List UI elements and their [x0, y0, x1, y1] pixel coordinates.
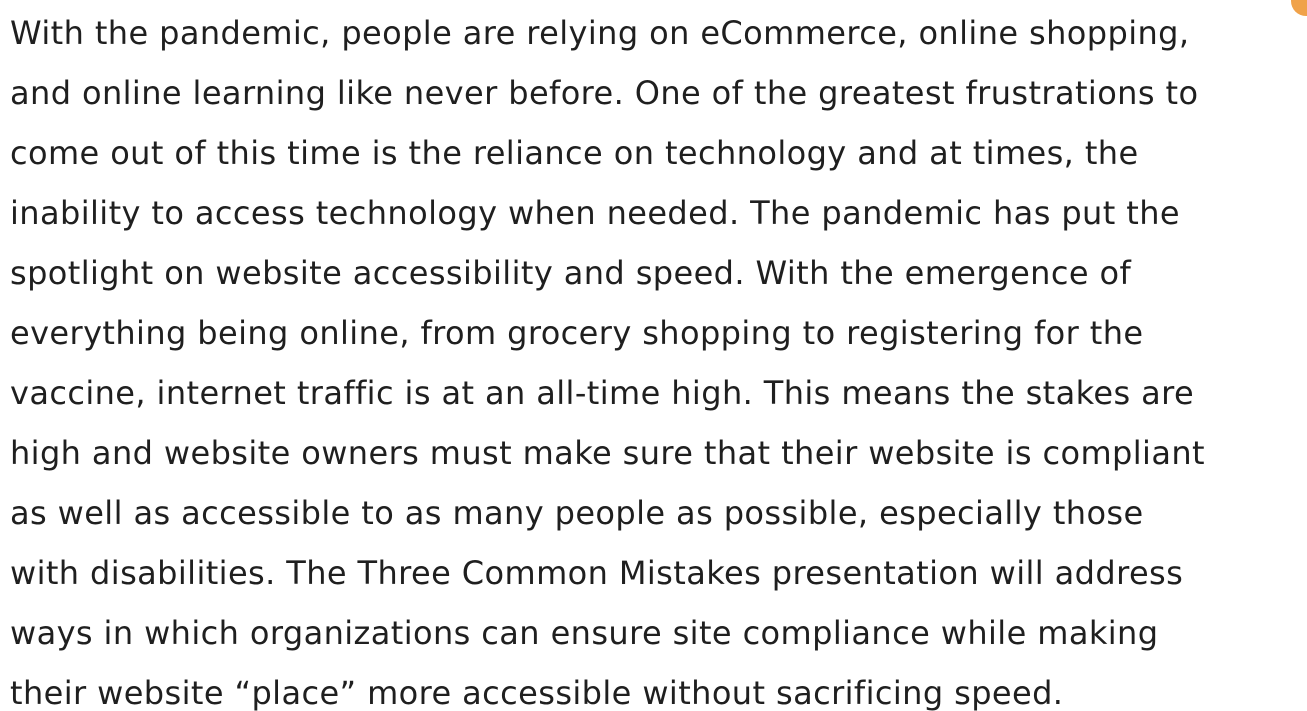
paragraph-line: with disabilities. The Three Common Mist… [10, 554, 1184, 592]
paragraph-line: spotlight on website accessibility and s… [10, 254, 1132, 292]
paragraph-line: their website “place” more accessible wi… [10, 674, 1064, 711]
paragraph-line: With the pandemic, people are relying on… [10, 14, 1190, 52]
body-paragraph: With the pandemic, people are relying on… [10, 0, 1307, 711]
paragraph-line: everything being online, from grocery sh… [10, 314, 1144, 352]
paragraph-line: vaccine, internet traffic is at an all-t… [10, 374, 1195, 412]
document-page: With the pandemic, people are relying on… [0, 0, 1307, 711]
paragraph-line: ways in which organizations can ensure s… [10, 614, 1159, 652]
paragraph-line: as well as accessible to as many people … [10, 494, 1144, 532]
paragraph-line: inability to access technology when need… [10, 194, 1180, 232]
paragraph-line: high and website owners must make sure t… [10, 434, 1205, 472]
paragraph-line: come out of this time is the reliance on… [10, 134, 1139, 172]
paragraph-line: and online learning like never before. O… [10, 74, 1199, 112]
